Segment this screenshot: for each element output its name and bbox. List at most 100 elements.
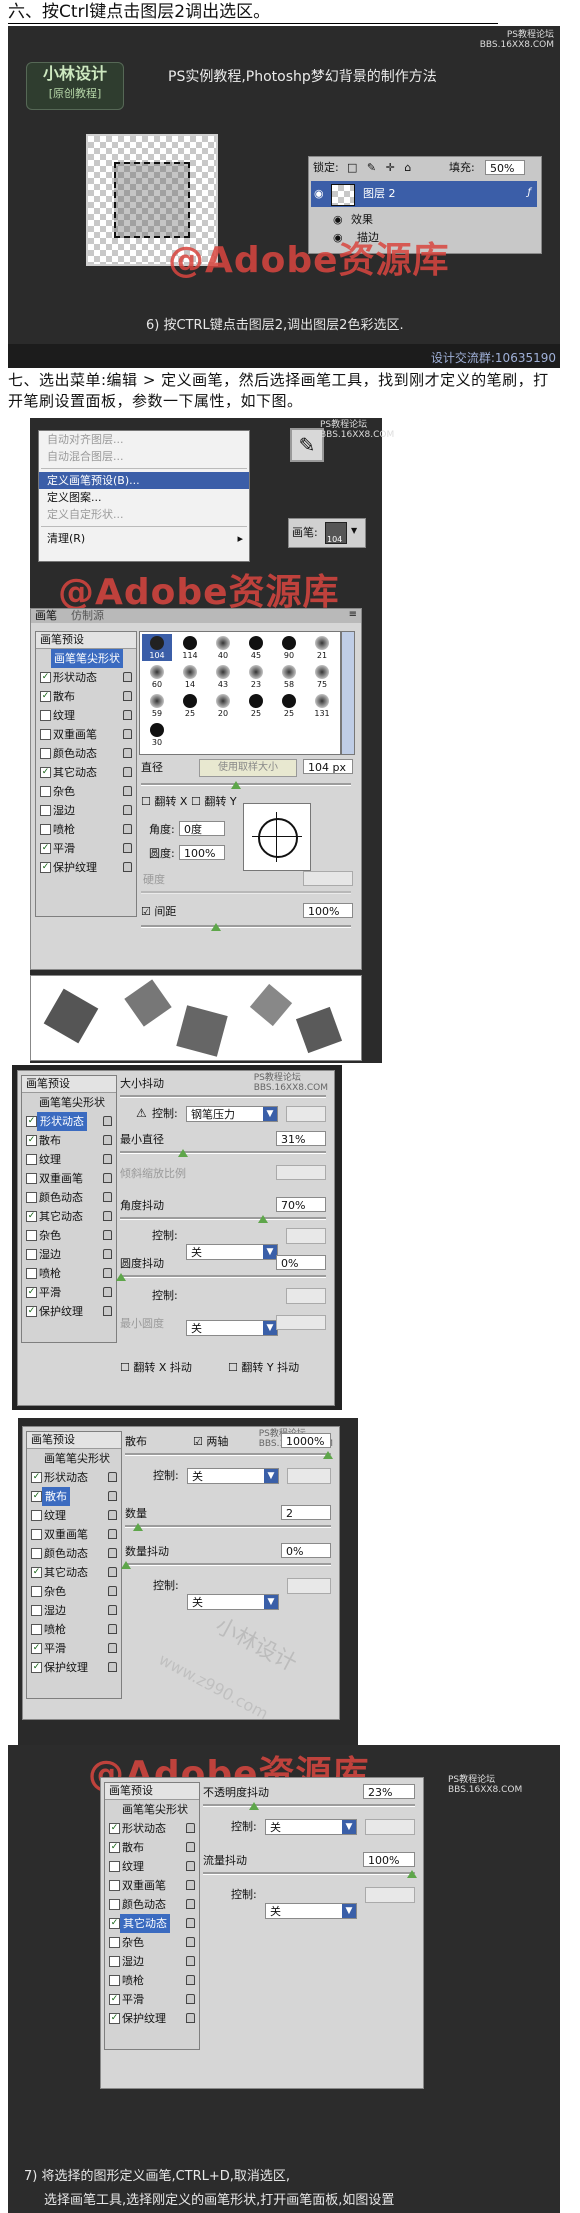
lock-icon[interactable] [108, 1491, 117, 1501]
checkbox[interactable] [40, 805, 51, 816]
control2-dropdown[interactable]: 关 ▼ [186, 1244, 278, 1260]
min-diameter-slider[interactable] [120, 1151, 326, 1154]
opacity-jitter-slider[interactable] [203, 1804, 415, 1807]
lock-icon[interactable] [186, 1994, 195, 2004]
checkbox[interactable]: ✓ [40, 767, 51, 778]
checkbox[interactable] [40, 710, 51, 721]
sidebar-item[interactable]: 双重画笔 [22, 1169, 116, 1188]
sidebar-item[interactable]: ✓ 散布 [27, 1487, 121, 1506]
sidebar-item[interactable]: 画笔笔尖形状 [27, 1449, 121, 1468]
control-dropdown[interactable]: 关 ▼ [187, 1468, 279, 1484]
checkbox[interactable] [31, 1548, 42, 1559]
lock-icon[interactable] [123, 691, 132, 701]
checkbox[interactable]: ✓ [40, 691, 51, 702]
brush-tip[interactable]: 40 [208, 634, 238, 661]
sidebar-item[interactable]: 双重画笔 [27, 1525, 121, 1544]
lock-icon[interactable] [103, 1249, 112, 1259]
checkbox[interactable]: ✓ [31, 1491, 42, 1502]
brush-tip[interactable]: 20 [208, 692, 238, 719]
spacing-checkbox[interactable]: ☑ 间距 [141, 905, 176, 919]
sidebar-item[interactable]: 杂色 [27, 1582, 121, 1601]
lock-icon[interactable] [123, 710, 132, 720]
sidebar-item[interactable]: 画笔笔尖形状 [36, 649, 136, 668]
spacing-slider-thumb[interactable] [211, 923, 221, 931]
count-thumb[interactable] [133, 1523, 143, 1531]
sidebar-brush-presets[interactable]: 画笔预设 [105, 1783, 199, 1800]
checkbox[interactable] [26, 1230, 37, 1241]
sidebar-item[interactable]: 画笔笔尖形状 [105, 1800, 199, 1819]
count-slider[interactable] [125, 1525, 331, 1528]
lock-icon[interactable] [108, 1624, 117, 1634]
sidebar-item[interactable]: ✓ 其它动态 [22, 1207, 116, 1226]
checkbox[interactable] [40, 786, 51, 797]
lock-icon[interactable] [103, 1211, 112, 1221]
lock-icon[interactable] [108, 1586, 117, 1596]
checkbox[interactable]: ✓ [31, 1643, 42, 1654]
sidebar-item[interactable]: ✓ 保护纹理 [27, 1658, 121, 1677]
brush-tip[interactable]: 60 [142, 663, 172, 690]
lock-icon[interactable] [103, 1268, 112, 1278]
diameter-slider[interactable] [141, 783, 351, 786]
checkbox[interactable] [26, 1154, 37, 1165]
brush-tip[interactable]: 21 [307, 634, 337, 661]
sidebar-item[interactable]: ✓ 平滑 [105, 1990, 199, 2009]
checkbox[interactable] [40, 748, 51, 759]
brush-tip[interactable]: 45 [241, 634, 271, 661]
checkbox[interactable]: ✓ [31, 1567, 42, 1578]
checkbox[interactable]: ✓ [31, 1472, 42, 1483]
sidebar-item[interactable]: ✓ 形状动态 [27, 1468, 121, 1487]
sidebar-item[interactable]: 湿边 [22, 1245, 116, 1264]
lock-icon[interactable] [108, 1662, 117, 1672]
lock-icon[interactable] [186, 2013, 195, 2023]
checkbox[interactable] [109, 1975, 120, 1986]
sidebar-item[interactable]: ✓ 保护纹理 [105, 2009, 199, 2028]
lock-icon[interactable] [123, 729, 132, 739]
checkbox[interactable]: ✓ [26, 1287, 37, 1298]
lock-icon[interactable] [123, 824, 132, 834]
flow-jitter-thumb[interactable] [407, 1870, 417, 1878]
sidebar-item[interactable]: 喷枪 [36, 820, 136, 839]
checkbox[interactable]: ✓ [31, 1662, 42, 1673]
opacity-jitter-thumb[interactable] [249, 1802, 259, 1810]
sidebar-item[interactable]: ✓ 散布 [105, 1838, 199, 1857]
roundness-input[interactable]: 100% [179, 845, 225, 860]
menu-item-purge[interactable]: 清理(R) ▸ [39, 530, 249, 547]
sidebar-item[interactable]: 喷枪 [27, 1620, 121, 1639]
size-jitter-slider[interactable] [120, 1095, 326, 1098]
scatter-thumb[interactable] [323, 1451, 333, 1459]
lock-icon[interactable] [108, 1472, 117, 1482]
checkbox[interactable]: ✓ [26, 1135, 37, 1146]
sidebar-item[interactable]: ✓ 其它动态 [27, 1563, 121, 1582]
checkbox[interactable]: ✓ [109, 1918, 120, 1929]
scatter-input[interactable]: 1000% [281, 1433, 331, 1448]
brush-tip[interactable]: 30 [142, 721, 172, 748]
sidebar-item[interactable]: ✓ 散布 [22, 1131, 116, 1150]
sidebar-item[interactable]: 湿边 [105, 1952, 199, 1971]
angle-roundness-preview[interactable] [243, 803, 311, 871]
sidebar-item[interactable]: 纹理 [36, 706, 136, 725]
lock-icon[interactable] [123, 786, 132, 796]
checkbox[interactable]: ✓ [109, 1994, 120, 2005]
menu-item-define-shape[interactable]: 定义自定形状... [39, 506, 249, 523]
lock-icon[interactable] [186, 1918, 195, 1928]
angle-jitter-thumb[interactable] [258, 1215, 268, 1223]
checkbox[interactable]: ✓ [26, 1306, 37, 1317]
lock-icon[interactable] [108, 1529, 117, 1539]
sidebar-item[interactable]: 纹理 [27, 1506, 121, 1525]
control3-dropdown[interactable]: 关 ▼ [186, 1320, 278, 1336]
lock-icon[interactable] [103, 1192, 112, 1202]
sidebar-item[interactable]: 纹理 [105, 1857, 199, 1876]
sidebar-item[interactable]: ✓ 其它动态 [36, 763, 136, 782]
brush-tip[interactable]: 131 [307, 692, 337, 719]
roundness-jitter-slider[interactable] [120, 1275, 326, 1278]
sidebar-item[interactable]: ✓ 形状动态 [36, 668, 136, 687]
tab-clone-source[interactable]: 仿制源 [71, 609, 104, 623]
sidebar-item[interactable]: 喷枪 [22, 1264, 116, 1283]
checkbox[interactable] [26, 1173, 37, 1184]
lock-icon[interactable] [186, 1899, 195, 1909]
lock-icon[interactable] [103, 1173, 112, 1183]
checkbox[interactable]: ✓ [109, 2013, 120, 2024]
flip-x-checkbox[interactable]: ☐ 翻转 X [141, 795, 187, 809]
checkbox[interactable] [26, 1268, 37, 1279]
checkbox[interactable] [40, 729, 51, 740]
